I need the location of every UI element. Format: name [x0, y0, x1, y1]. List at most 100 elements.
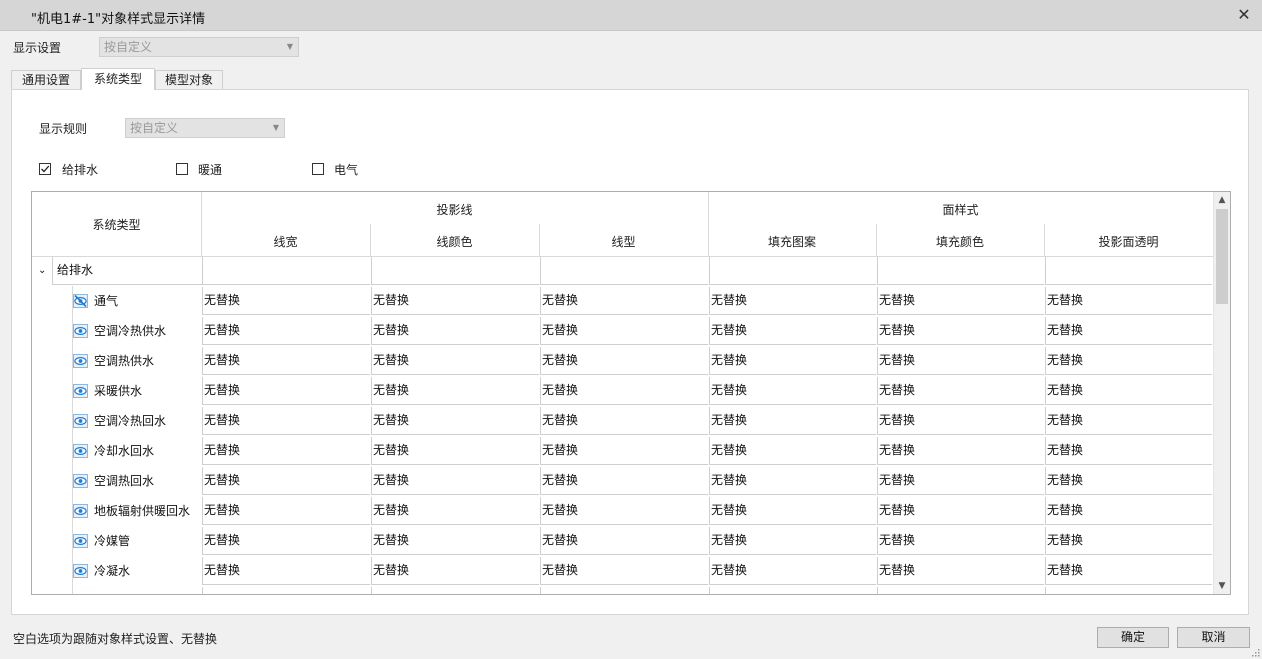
table-cell[interactable]: 无替换: [1045, 557, 1212, 585]
table-cell[interactable]: [1045, 257, 1212, 285]
table-cell[interactable]: 无替换: [877, 407, 1044, 435]
eye-icon[interactable]: [73, 564, 88, 578]
scroll-down-icon[interactable]: ▼: [1214, 578, 1230, 594]
table-row[interactable]: 冷媒管 无替换 无替换 无替换 无替换 无替换 无替换: [32, 526, 1212, 556]
table-cell[interactable]: 无替换: [540, 527, 708, 555]
table-cell[interactable]: 无替换: [371, 317, 539, 345]
table-cell[interactable]: 无替换: [709, 467, 876, 495]
table-cell[interactable]: 无替换: [371, 377, 539, 405]
table-cell[interactable]: 无替换: [1045, 437, 1212, 465]
table-cell[interactable]: 无替换: [202, 287, 370, 315]
eye-icon[interactable]: [73, 324, 88, 338]
display-setting-select[interactable]: 按自定义 ▼: [99, 37, 299, 57]
table-cell[interactable]: 无替换: [202, 347, 370, 375]
table-cell[interactable]: 无替换: [540, 317, 708, 345]
table-row[interactable]: 通气 无替换 无替换 无替换 无替换 无替换 无替换: [32, 286, 1212, 316]
table-cell[interactable]: 无替换: [540, 467, 708, 495]
table-cell[interactable]: 无替换: [371, 287, 539, 315]
table-cell[interactable]: 无替换: [202, 377, 370, 405]
table-cell[interactable]: 无替换: [877, 467, 1044, 495]
table-cell[interactable]: 无替换: [202, 407, 370, 435]
table-row[interactable]: 空调热供水 无替换 无替换 无替换 无替换 无替换 无替换: [32, 346, 1212, 376]
table-cell[interactable]: [371, 257, 539, 285]
table-cell[interactable]: 无替换: [540, 377, 708, 405]
table-cell[interactable]: 无替换: [709, 437, 876, 465]
table-cell[interactable]: 无替换: [1045, 407, 1212, 435]
table-cell[interactable]: 无替换: [371, 467, 539, 495]
scroll-up-icon[interactable]: ▲: [1214, 192, 1230, 208]
table-cell[interactable]: 无替换: [540, 557, 708, 585]
eye-icon[interactable]: [73, 504, 88, 518]
table-cell[interactable]: 无替换: [540, 407, 708, 435]
table-cell[interactable]: 无替换: [709, 287, 876, 315]
table-cell[interactable]: 无替换: [1045, 377, 1212, 405]
table-cell[interactable]: 无替换: [371, 497, 539, 525]
hidden-eye-icon[interactable]: [73, 294, 88, 308]
table-row[interactable]: 空调冷热供水 无替换 无替换 无替换 无替换 无替换 无替换: [32, 316, 1212, 346]
table-cell[interactable]: 无替换: [877, 557, 1044, 585]
table-cell[interactable]: [709, 257, 876, 285]
table-cell[interactable]: 无替换: [202, 497, 370, 525]
table-cell[interactable]: 无替换: [877, 347, 1044, 375]
table-cell[interactable]: [877, 257, 1044, 285]
table-cell[interactable]: 无替换: [540, 287, 708, 315]
tab-general[interactable]: 通用设置: [11, 70, 81, 90]
display-rule-select[interactable]: 按自定义 ▼: [125, 118, 285, 138]
checkbox-hvac[interactable]: [176, 163, 188, 175]
table-cell[interactable]: 无替换: [1045, 347, 1212, 375]
table-row[interactable]: 冷却水回水 无替换 无替换 无替换 无替换 无替换 无替换: [32, 436, 1212, 466]
tab-model-object[interactable]: 模型对象: [155, 70, 223, 90]
table-cell[interactable]: 无替换: [371, 557, 539, 585]
checkbox-electric[interactable]: [312, 163, 324, 175]
table-cell[interactable]: 无替换: [202, 557, 370, 585]
table-cell[interactable]: 无替换: [709, 377, 876, 405]
checkbox-water[interactable]: [39, 163, 51, 175]
table-cell[interactable]: [202, 257, 370, 285]
eye-icon[interactable]: [73, 474, 88, 488]
table-cell[interactable]: 无替换: [371, 527, 539, 555]
resize-grip-icon[interactable]: [1252, 649, 1260, 657]
table-cell[interactable]: 无替换: [709, 497, 876, 525]
group-row-water[interactable]: ⌄ 给排水: [32, 256, 1212, 286]
table-cell[interactable]: [540, 257, 708, 285]
table-cell[interactable]: 无替换: [371, 437, 539, 465]
table-cell[interactable]: 无替换: [877, 377, 1044, 405]
table-cell[interactable]: 无替换: [877, 437, 1044, 465]
table-cell[interactable]: 无替换: [540, 437, 708, 465]
table-row[interactable]: 冷凝水 无替换 无替换 无替换 无替换 无替换 无替换: [32, 556, 1212, 586]
table-cell[interactable]: 无替换: [877, 317, 1044, 345]
table-cell[interactable]: 无替换: [371, 347, 539, 375]
table-cell[interactable]: 无替换: [877, 527, 1044, 555]
table-cell[interactable]: 无替换: [540, 497, 708, 525]
table-cell[interactable]: 无替换: [709, 407, 876, 435]
eye-icon[interactable]: [73, 354, 88, 368]
table-cell[interactable]: 无替换: [202, 317, 370, 345]
eye-icon[interactable]: [73, 444, 88, 458]
ok-button[interactable]: 确定: [1097, 627, 1169, 648]
table-row[interactable]: 空调热回水 无替换 无替换 无替换 无替换 无替换 无替换: [32, 466, 1212, 496]
eye-icon[interactable]: [73, 534, 88, 548]
chevron-down-icon[interactable]: ⌄: [38, 256, 46, 286]
table-cell[interactable]: 无替换: [1045, 527, 1212, 555]
vertical-scrollbar[interactable]: ▲ ▼: [1213, 192, 1230, 594]
table-cell[interactable]: 无替换: [1045, 317, 1212, 345]
table-cell[interactable]: 无替换: [202, 437, 370, 465]
table-cell[interactable]: 无替换: [709, 317, 876, 345]
scrollbar-thumb[interactable]: [1216, 209, 1228, 304]
table-cell[interactable]: 无替换: [877, 287, 1044, 315]
table-cell[interactable]: 无替换: [709, 527, 876, 555]
tab-system-type[interactable]: 系统类型: [81, 68, 155, 90]
table-cell[interactable]: 无替换: [877, 497, 1044, 525]
table-cell[interactable]: 无替换: [371, 407, 539, 435]
eye-icon[interactable]: [73, 414, 88, 428]
table-cell[interactable]: 无替换: [202, 467, 370, 495]
table-cell[interactable]: 无替换: [1045, 287, 1212, 315]
table-cell[interactable]: 无替换: [709, 347, 876, 375]
table-cell[interactable]: 无替换: [540, 347, 708, 375]
eye-icon[interactable]: [73, 384, 88, 398]
table-cell[interactable]: 无替换: [1045, 467, 1212, 495]
table-cell[interactable]: 无替换: [709, 557, 876, 585]
table-row[interactable]: 地板辐射供暖回水 无替换 无替换 无替换 无替换 无替换 无替换: [32, 496, 1212, 526]
cancel-button[interactable]: 取消: [1177, 627, 1250, 648]
table-cell[interactable]: 无替换: [202, 527, 370, 555]
